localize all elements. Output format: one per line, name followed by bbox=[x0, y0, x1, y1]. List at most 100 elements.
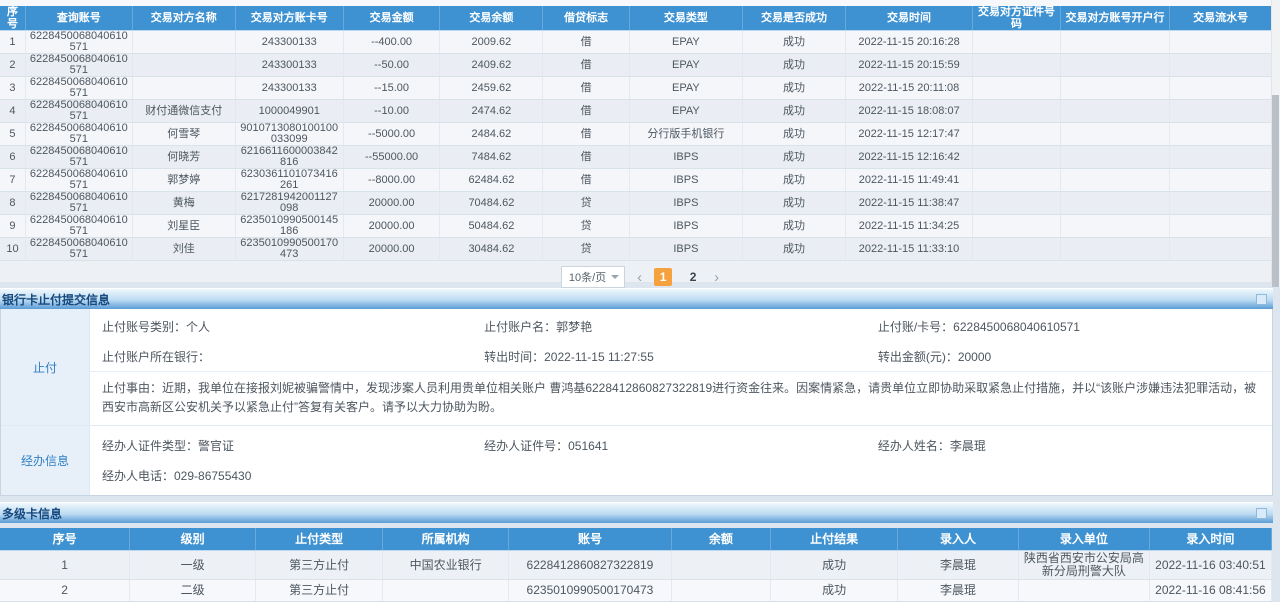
cell: 6228450068040610571 bbox=[25, 100, 132, 123]
table-row[interactable]: 26228450068040610571243300133--50.002409… bbox=[0, 54, 1272, 77]
pagination: 10条/页 ‹ 1 2 › bbox=[0, 261, 1280, 293]
cell: 9010713080100100033099 bbox=[235, 123, 343, 146]
column-header: 交易金额 bbox=[343, 6, 440, 31]
cell: 6228450068040610571 bbox=[25, 123, 132, 146]
cell: 成功 bbox=[742, 238, 845, 261]
cell: --400.00 bbox=[343, 31, 440, 54]
cell: 一级 bbox=[130, 551, 256, 580]
cell: 243300133 bbox=[235, 31, 343, 54]
cell: 2 bbox=[0, 580, 130, 602]
column-header: 所属机构 bbox=[383, 528, 509, 551]
cell bbox=[1170, 238, 1272, 261]
cell: 4 bbox=[0, 100, 25, 123]
cell: IBPS bbox=[629, 215, 742, 238]
cell: 成功 bbox=[742, 215, 845, 238]
cell bbox=[1018, 580, 1149, 602]
table-row[interactable]: 16228450068040610571243300133--400.00200… bbox=[0, 31, 1272, 54]
cell: 2022-11-15 18:08:07 bbox=[845, 100, 972, 123]
page-button-1[interactable]: 1 bbox=[654, 268, 672, 286]
field-transfer-amount: 转出金额(元)：20000 bbox=[878, 348, 1260, 365]
cell: --55000.00 bbox=[343, 146, 440, 169]
table-row[interactable]: 2二级第三方止付6235010990500170473成功李晨琨2022-11-… bbox=[0, 580, 1272, 602]
cell: 6230361101073416261 bbox=[235, 169, 343, 192]
cell: 20000.00 bbox=[343, 238, 440, 261]
cell: 6228450068040610571 bbox=[25, 238, 132, 261]
cell: 6228450068040610571 bbox=[25, 31, 132, 54]
stop-payment-group: 止付 止付账号类别：个人 止付账户名：郭梦艳 止付账/卡号：6228450068… bbox=[1, 309, 1272, 426]
cell: 分行版手机银行 bbox=[629, 123, 742, 146]
cell: 30484.62 bbox=[440, 238, 543, 261]
cell: 借 bbox=[543, 31, 629, 54]
cell: 3 bbox=[0, 77, 25, 100]
cell: 郭梦婷 bbox=[132, 169, 235, 192]
cell: 6235010990500170473 bbox=[235, 238, 343, 261]
cell: 243300133 bbox=[235, 77, 343, 100]
cell: 财付通微信支付 bbox=[132, 100, 235, 123]
cell: 借 bbox=[543, 146, 629, 169]
cell: 黄梅 bbox=[132, 192, 235, 215]
cell bbox=[973, 215, 1061, 238]
cell: 5 bbox=[0, 123, 25, 146]
cell: 1000049901 bbox=[235, 100, 343, 123]
cell bbox=[671, 580, 770, 602]
cell bbox=[973, 238, 1061, 261]
table-row[interactable]: 56228450068040610571何雪琴90107130801001000… bbox=[0, 123, 1272, 146]
column-header: 交易对方账号开户行 bbox=[1060, 6, 1169, 31]
column-header: 余额 bbox=[671, 528, 770, 551]
cell bbox=[973, 192, 1061, 215]
cell: 贷 bbox=[543, 192, 629, 215]
next-page-button[interactable]: › bbox=[714, 270, 719, 285]
cell: 2022-11-16 08:41:56 bbox=[1149, 580, 1271, 602]
cell: 20000.00 bbox=[343, 192, 440, 215]
cell: 成功 bbox=[742, 146, 845, 169]
table-row[interactable]: 86228450068040610571黄梅621728194200112709… bbox=[0, 192, 1272, 215]
field-account-type: 止付账号类别：个人 bbox=[102, 318, 484, 335]
scrollbar[interactable] bbox=[1271, 0, 1280, 287]
cell bbox=[1170, 31, 1272, 54]
prev-page-button[interactable]: ‹ bbox=[637, 270, 642, 285]
cell bbox=[1170, 77, 1272, 100]
column-header: 交易流水号 bbox=[1170, 6, 1272, 31]
column-header: 借贷标志 bbox=[543, 6, 629, 31]
cell: 6235010990500170473 bbox=[509, 580, 672, 602]
table-row[interactable]: 96228450068040610571刘星臣62350109905001451… bbox=[0, 215, 1272, 238]
cell: 2022-11-15 20:15:59 bbox=[845, 54, 972, 77]
column-header: 交易余额 bbox=[440, 6, 543, 31]
cell: EPAY bbox=[629, 31, 742, 54]
cell: 2022-11-15 12:17:47 bbox=[845, 123, 972, 146]
cell: 1 bbox=[0, 31, 25, 54]
cell bbox=[1060, 54, 1169, 77]
table-row[interactable]: 1一级第三方止付中国农业银行6228412860827322819成功李晨琨陕西… bbox=[0, 551, 1272, 580]
cell: 2022-11-15 11:49:41 bbox=[845, 169, 972, 192]
collapse-icon[interactable] bbox=[1256, 294, 1267, 305]
column-header: 交易时间 bbox=[845, 6, 972, 31]
column-header: 交易类型 bbox=[629, 6, 742, 31]
table-row[interactable]: 106228450068040610571刘佳62350109905001704… bbox=[0, 238, 1272, 261]
section-title: 多级卡信息 bbox=[2, 505, 62, 522]
cell: 1 bbox=[0, 551, 130, 580]
column-header: 序号 bbox=[0, 6, 25, 31]
column-header: 录入人 bbox=[898, 528, 1019, 551]
cell: 李晨琨 bbox=[898, 580, 1019, 602]
multi-card-section: 多级卡信息 序号级别止付类型所属机构账号余额止付结果录入人录入单位录入时间 1一… bbox=[0, 502, 1273, 602]
page-size-select[interactable]: 10条/页 bbox=[561, 266, 625, 288]
cell bbox=[1170, 215, 1272, 238]
page-button-2[interactable]: 2 bbox=[684, 268, 702, 286]
cell: 2474.62 bbox=[440, 100, 543, 123]
collapse-icon[interactable] bbox=[1256, 508, 1267, 519]
cell: 贷 bbox=[543, 215, 629, 238]
cell: 6228450068040610571 bbox=[25, 54, 132, 77]
scrollbar-thumb[interactable] bbox=[1272, 95, 1279, 287]
cell: 成功 bbox=[771, 580, 898, 602]
cell: IBPS bbox=[629, 146, 742, 169]
cell: 2409.62 bbox=[440, 54, 543, 77]
table-row[interactable]: 46228450068040610571财付通微信支付1000049901--1… bbox=[0, 100, 1272, 123]
cell: 20000.00 bbox=[343, 215, 440, 238]
table-row[interactable]: 66228450068040610571何晓芳62166116000038428… bbox=[0, 146, 1272, 169]
table-row[interactable]: 76228450068040610571郭梦婷62303611010734162… bbox=[0, 169, 1272, 192]
cell: 6228450068040610571 bbox=[25, 169, 132, 192]
table-row[interactable]: 36228450068040610571243300133--15.002459… bbox=[0, 77, 1272, 100]
cell bbox=[1170, 169, 1272, 192]
column-header: 录入单位 bbox=[1018, 528, 1149, 551]
field-account-name: 止付账户名：郭梦艳 bbox=[484, 318, 878, 335]
